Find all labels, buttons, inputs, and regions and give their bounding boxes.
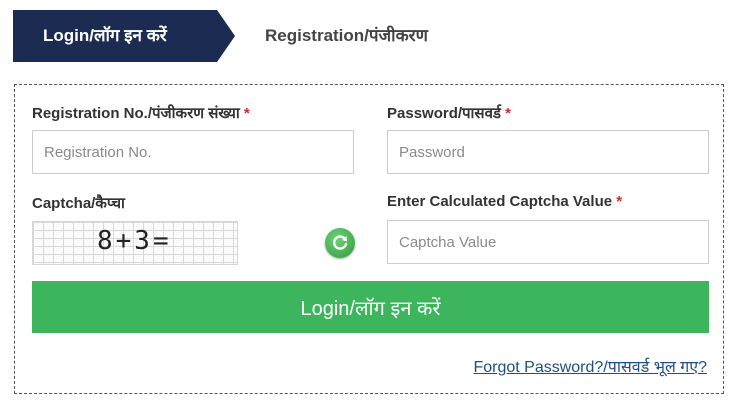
- tab-login-arrow: [217, 10, 235, 62]
- tab-registration[interactable]: Registration/पंजीकरण: [265, 10, 428, 62]
- password-label: Password/पासवर्ड *: [387, 103, 511, 123]
- registration-label: Registration No./पंजीकरण संख्या *: [32, 103, 250, 123]
- login-button[interactable]: Login/लॉग इन करें: [32, 281, 709, 333]
- captcha-text: 8+3=: [97, 226, 172, 256]
- captcha-value-label-text: Enter Calculated Captcha Value: [387, 193, 613, 210]
- login-form: Registration No./पंजीकरण संख्या * Passwo…: [14, 84, 724, 394]
- registration-input[interactable]: [32, 130, 354, 174]
- captcha-value-input[interactable]: [387, 220, 709, 264]
- captcha-label: Captcha/कैप्चा: [32, 195, 125, 212]
- captcha-image: 8+3=: [32, 221, 238, 265]
- refresh-icon: [333, 235, 348, 250]
- required-mark: *: [243, 105, 250, 122]
- required-mark: *: [505, 105, 511, 122]
- login-tabs: Login/लॉग इन करें Registration/पंजीकरण: [13, 10, 725, 62]
- password-label-text: Password/पासवर्ड: [387, 105, 501, 122]
- forgot-password-link[interactable]: Forgot Password?/पासवर्ड भूल गए?: [473, 355, 707, 377]
- required-mark: *: [616, 193, 623, 210]
- captcha-value-label: Enter Calculated Captcha Value *: [387, 193, 622, 210]
- registration-label-text: Registration No./पंजीकरण संख्या: [32, 105, 240, 122]
- refresh-captcha-button[interactable]: [325, 228, 355, 258]
- tab-login[interactable]: Login/लॉग इन करें: [13, 10, 217, 62]
- password-input[interactable]: [387, 130, 709, 174]
